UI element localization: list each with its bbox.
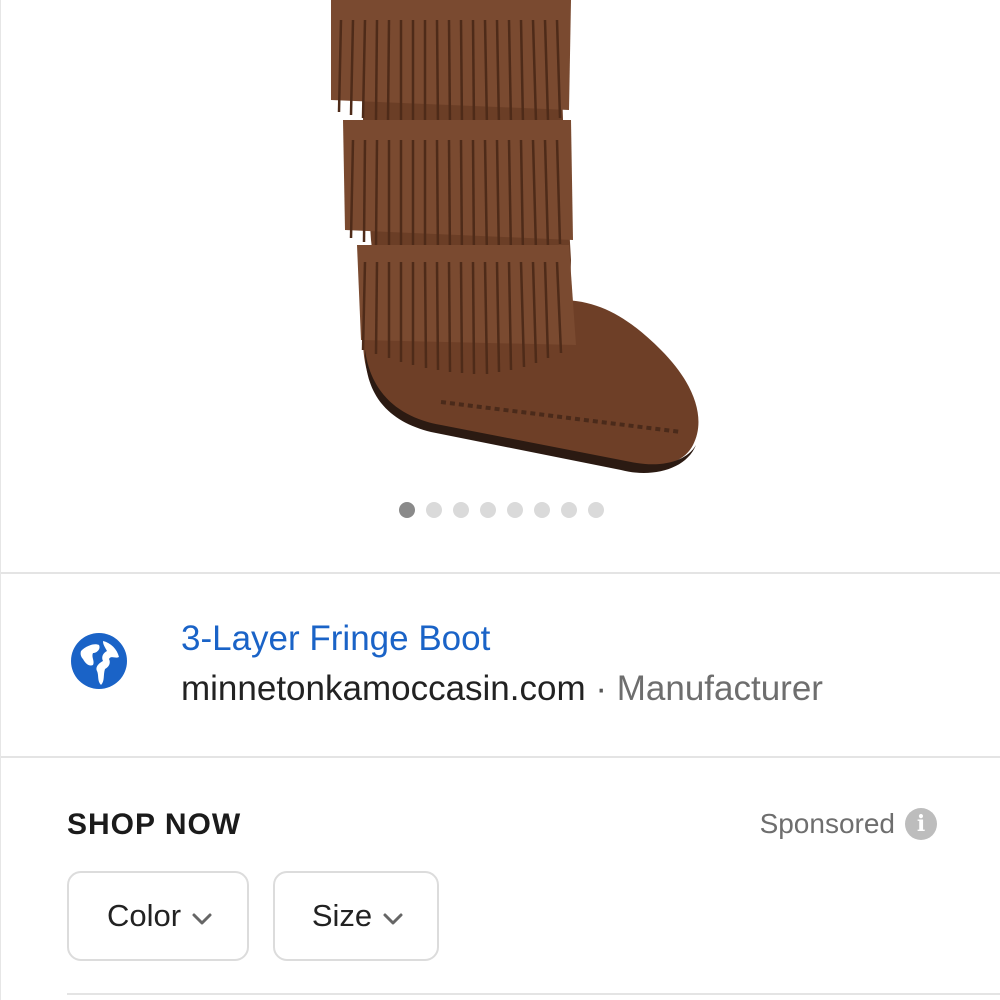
section-divider (1, 572, 1000, 574)
globe-icon (71, 633, 127, 689)
size-filter-label: Size (311, 898, 373, 933)
result-meta: minnetonkamoccasin.com · Manufacturer (181, 669, 823, 709)
carousel-dot[interactable] (506, 502, 523, 518)
chevron-down-icon (192, 913, 212, 925)
section-divider (67, 993, 1000, 995)
result-domain: minnetonkamoccasin.com (181, 669, 586, 708)
product-page: 3-Layer Fringe Boot minnetonkamoccasin.c… (0, 0, 1000, 1000)
carousel-dot[interactable] (398, 502, 415, 518)
result-source-type: Manufacturer (616, 669, 823, 708)
section-divider (1, 756, 1000, 758)
size-filter-button[interactable]: Size (273, 871, 439, 961)
color-filter-label: Color (106, 898, 182, 933)
shop-now-heading: SHOP NOW (67, 808, 242, 841)
product-image[interactable] (301, 0, 721, 480)
sponsored-text: Sponsored (759, 808, 895, 839)
carousel-dot[interactable] (452, 502, 469, 518)
carousel-dot[interactable] (479, 502, 496, 518)
chevron-down-icon (383, 913, 403, 925)
color-filter-button[interactable]: Color (67, 871, 249, 961)
meta-separator: · (585, 669, 617, 708)
product-result: 3-Layer Fringe Boot minnetonkamoccasin.c… (1, 575, 1000, 755)
carousel-dots (1, 502, 1000, 518)
carousel-dot[interactable] (425, 502, 442, 518)
result-title-link[interactable]: 3-Layer Fringe Boot (181, 619, 490, 659)
carousel-dot[interactable] (560, 502, 577, 518)
carousel-dot[interactable] (587, 502, 604, 518)
sponsored-label[interactable]: Sponsored i (760, 808, 937, 840)
image-carousel[interactable] (1, 0, 1000, 572)
info-icon[interactable]: i (905, 808, 937, 840)
filter-buttons: Color Size (67, 871, 439, 961)
carousel-dot[interactable] (533, 502, 550, 518)
shop-now-section: SHOP NOW Sponsored i Color Size (1, 760, 1000, 1000)
